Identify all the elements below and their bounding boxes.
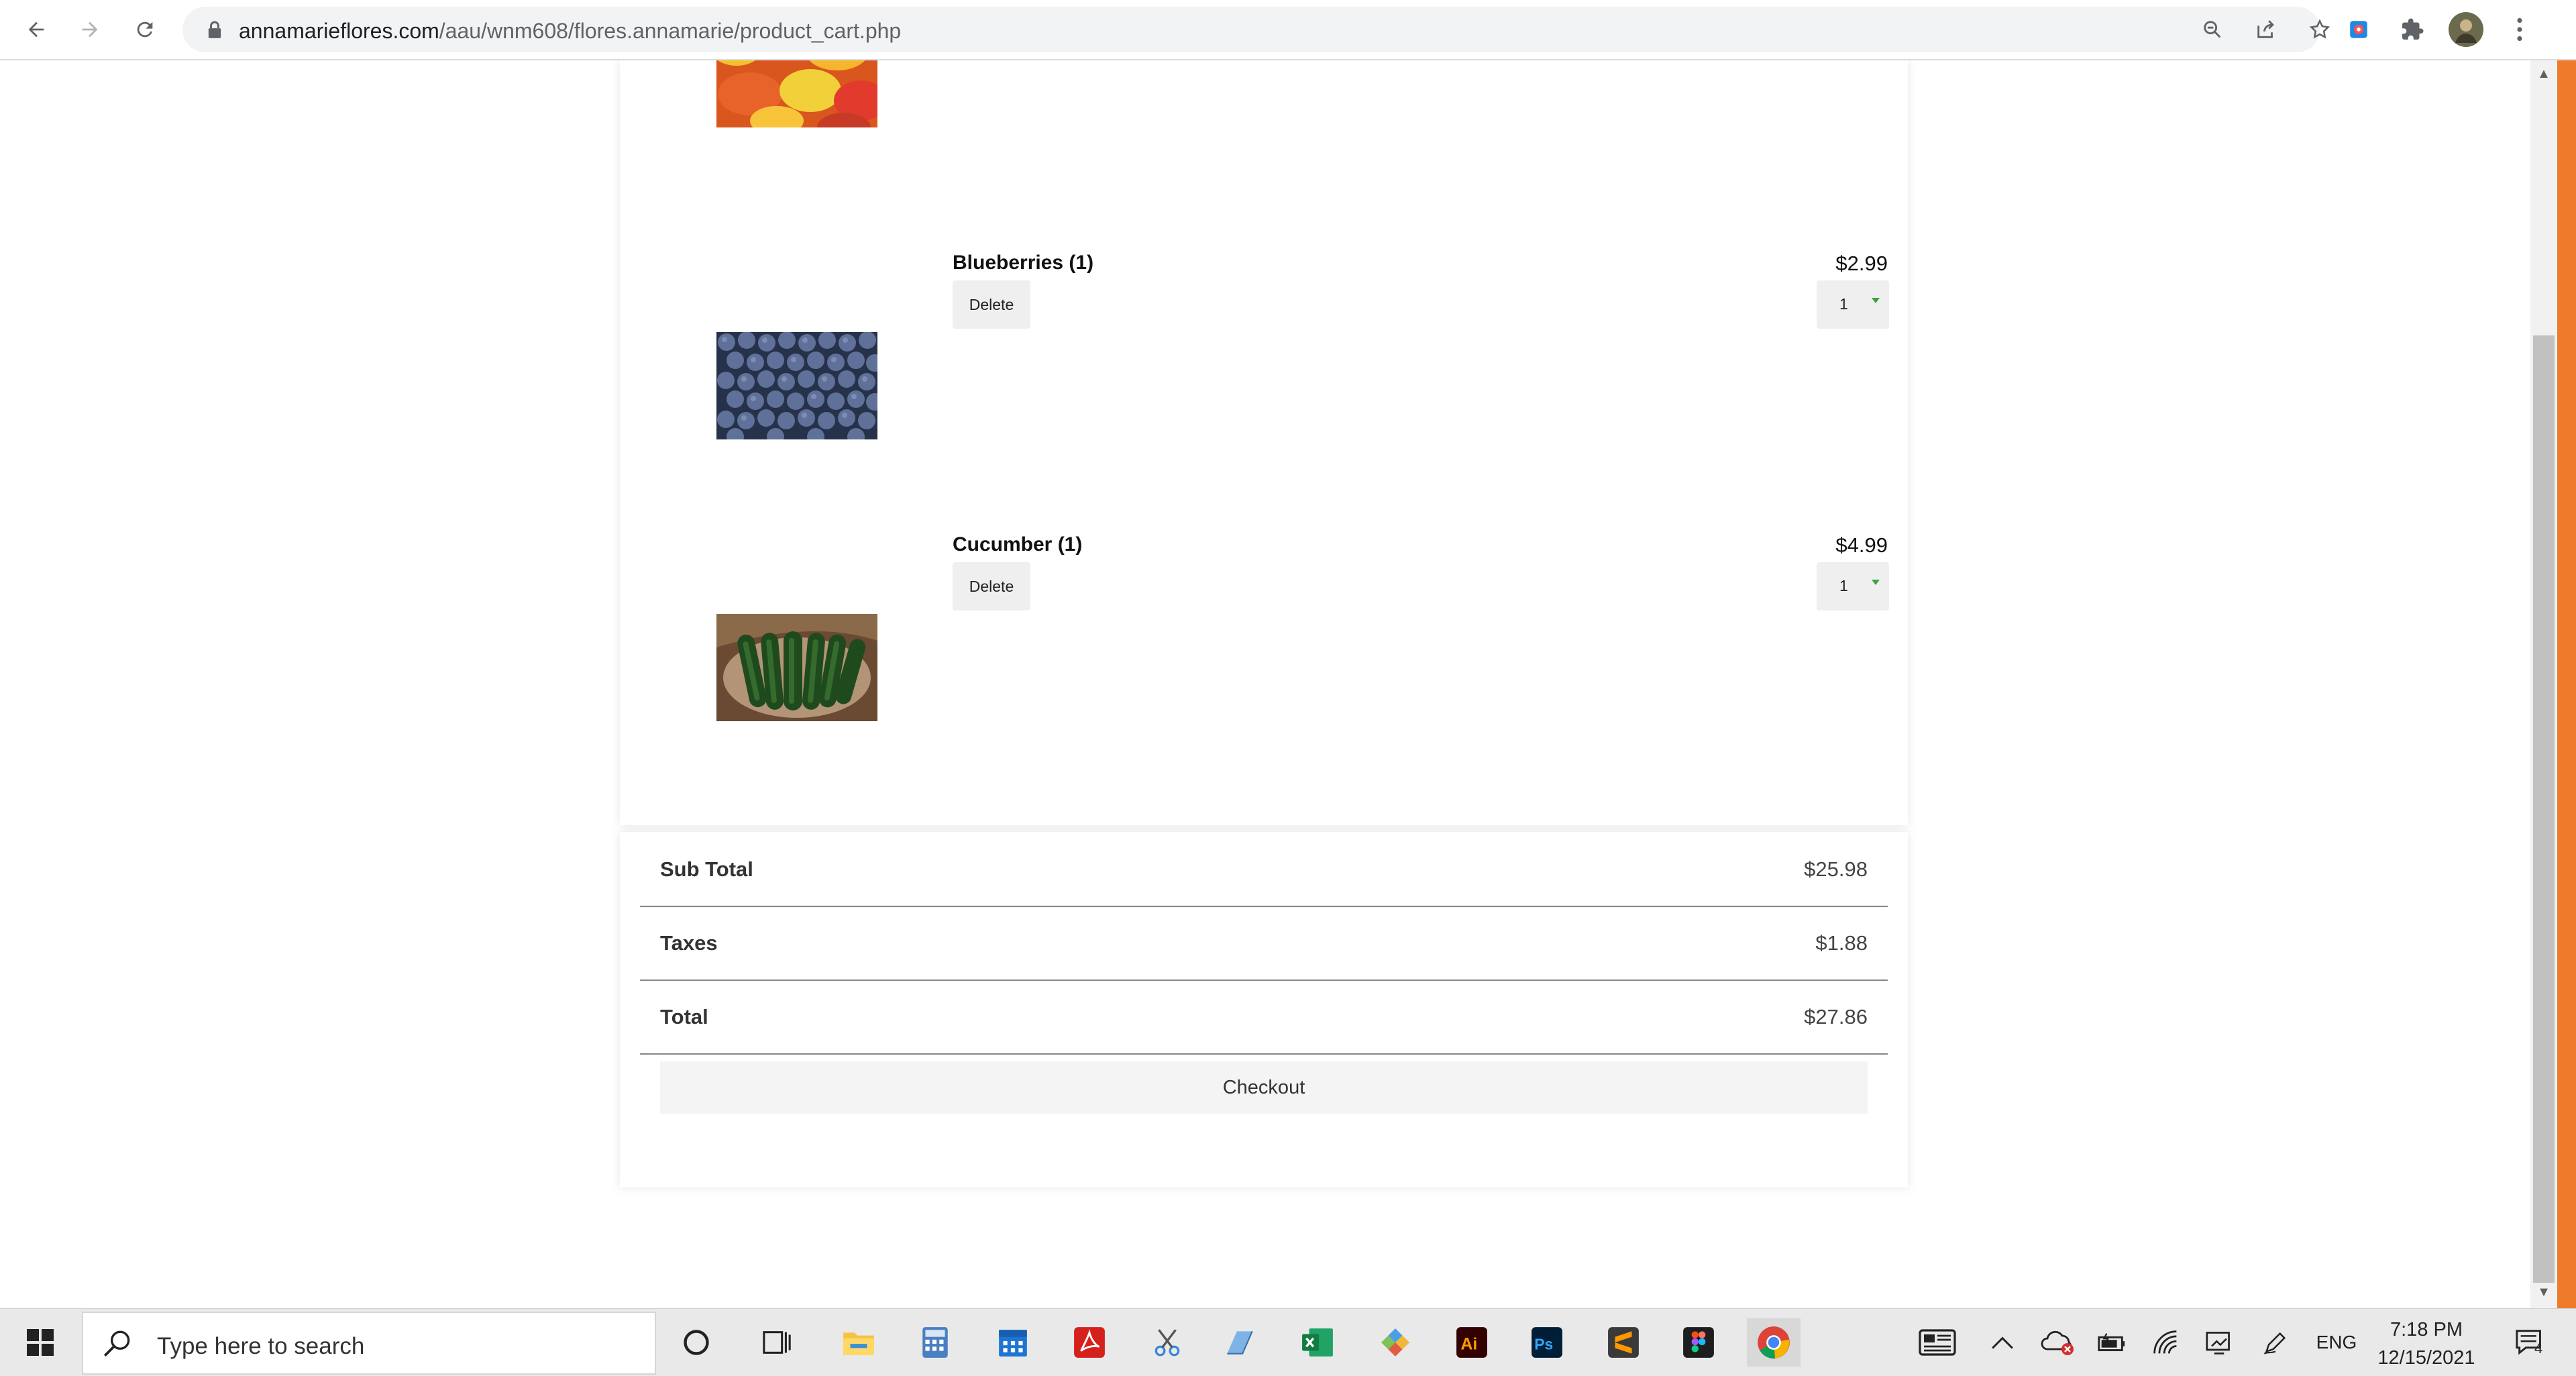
svg-text:Ps: Ps — [1534, 1335, 1553, 1353]
display-icon[interactable] — [2200, 1322, 2238, 1363]
profile-avatar[interactable] — [2446, 9, 2486, 50]
forward-icon[interactable] — [70, 9, 110, 50]
excel-icon[interactable] — [1291, 1318, 1344, 1367]
total-value: $27.86 — [1804, 1005, 1868, 1028]
calendar-icon[interactable] — [986, 1318, 1040, 1367]
bookmark-star-icon[interactable] — [2304, 13, 2336, 46]
url-path: /aau/wnm608/flores.annamarie/product_car… — [439, 19, 902, 43]
quantity-value: 1 — [1839, 577, 1848, 594]
git-app-icon[interactable] — [1368, 1318, 1422, 1367]
back-icon[interactable] — [16, 9, 56, 50]
taxes-row: Taxes $1.88 — [640, 906, 1888, 981]
task-view-icon[interactable] — [750, 1318, 804, 1367]
quantity-value: 1 — [1839, 295, 1848, 313]
browser-toolbar: annamarieflores.com/aau/wnm608/flores.an… — [0, 0, 2576, 60]
notification-center-icon[interactable]: 4 — [2508, 1322, 2555, 1363]
file-explorer-icon[interactable] — [832, 1318, 885, 1367]
taxes-value: $1.88 — [1815, 931, 1868, 955]
pen-icon[interactable] — [2257, 1322, 2294, 1363]
blueberries-image — [716, 332, 877, 439]
svg-text:Ai: Ai — [1460, 1334, 1477, 1353]
illustrator-icon[interactable]: Ai — [1445, 1318, 1499, 1367]
scroll-up-icon[interactable]: ▲ — [2530, 60, 2557, 87]
total-row: Total $27.86 — [640, 980, 1888, 1055]
language-indicator[interactable]: ENG — [2313, 1322, 2360, 1363]
search-placeholder: Type here to search — [157, 1333, 365, 1359]
clock-date: 12/15/2021 — [2377, 1347, 2475, 1369]
taxes-label: Taxes — [660, 931, 718, 955]
scroll-down-icon[interactable]: ▼ — [2530, 1279, 2557, 1306]
figma-icon[interactable] — [1672, 1318, 1725, 1367]
calculator-icon[interactable] — [908, 1318, 962, 1367]
battery-icon[interactable] — [2093, 1322, 2131, 1363]
news-icon[interactable] — [1916, 1322, 1959, 1363]
chevron-up-icon[interactable] — [1986, 1322, 2019, 1363]
subtotal-label: Sub Total — [660, 857, 753, 881]
price-cucumber: $4.99 — [1835, 533, 1888, 557]
extension-icon[interactable] — [2339, 9, 2379, 50]
clock-time: 7:18 PM — [2390, 1319, 2463, 1340]
total-label: Total — [660, 1005, 708, 1028]
cart-items-card: Blueberries (1) Delete $2.99 1 Cucumber … — [620, 60, 1908, 825]
cortana-icon[interactable] — [669, 1318, 723, 1367]
cart-summary-card: Sub Total $25.98 Taxes $1.88 Total $27.8… — [620, 832, 1908, 1187]
system-clock[interactable]: 7:18 PM 12/15/2021 — [2369, 1316, 2483, 1372]
windows-start-icon[interactable] — [13, 1322, 67, 1363]
windows-taskbar: Type here to search Ai Ps ENG 7:18 PM 12… — [0, 1308, 2576, 1376]
acrobat-icon[interactable] — [1063, 1318, 1116, 1367]
product-name-cucumber[interactable]: Cucumber (1) — [953, 533, 1082, 556]
sublime-text-icon[interactable] — [1597, 1318, 1650, 1367]
search-icon — [101, 1328, 134, 1365]
notification-count: 4 — [2534, 1340, 2543, 1357]
desktop-background-edge — [2557, 60, 2576, 1308]
dropdown-arrow-icon — [1872, 580, 1880, 585]
subtotal-row: Sub Total $25.98 — [640, 832, 1888, 907]
zoom-icon[interactable] — [2196, 13, 2229, 46]
delete-blueberries-button[interactable]: Delete — [953, 280, 1030, 329]
puzzle-icon[interactable] — [2392, 9, 2432, 50]
url-host: annamarieflores.com — [239, 19, 439, 43]
wifi-icon[interactable] — [2147, 1322, 2184, 1363]
notepad-app-icon[interactable] — [1213, 1318, 1267, 1367]
dropdown-arrow-icon — [1872, 298, 1880, 303]
taskbar-search-box[interactable]: Type here to search — [82, 1312, 656, 1375]
scrollbar-thumb[interactable] — [2533, 335, 2555, 1283]
share-icon[interactable] — [2250, 13, 2282, 46]
price-blueberries: $2.99 — [1835, 252, 1888, 275]
mango-image — [716, 60, 877, 127]
address-bar[interactable]: annamarieflores.com/aau/wnm608/flores.an… — [182, 7, 2330, 52]
menu-icon[interactable] — [2500, 9, 2540, 50]
page-viewport: Blueberries (1) Delete $2.99 1 Cucumber … — [0, 60, 2530, 1308]
subtotal-value: $25.98 — [1804, 857, 1868, 881]
product-name-blueberries[interactable]: Blueberries (1) — [953, 252, 1093, 274]
photoshop-icon[interactable]: Ps — [1520, 1318, 1574, 1367]
reload-icon[interactable] — [125, 9, 165, 50]
delete-cucumber-button[interactable]: Delete — [953, 562, 1030, 611]
onedrive-icon[interactable] — [2039, 1322, 2077, 1363]
quantity-select-cucumber[interactable]: 1 — [1817, 562, 1889, 611]
snipping-tool-icon[interactable] — [1140, 1318, 1194, 1367]
chrome-icon[interactable] — [1747, 1318, 1801, 1367]
checkout-button[interactable]: Checkout — [660, 1061, 1868, 1114]
quantity-select-blueberries[interactable]: 1 — [1817, 280, 1889, 329]
url-text[interactable]: annamarieflores.com/aau/wnm608/flores.an… — [239, 19, 901, 44]
lock-icon[interactable] — [199, 13, 231, 46]
cucumber-image — [716, 614, 877, 721]
